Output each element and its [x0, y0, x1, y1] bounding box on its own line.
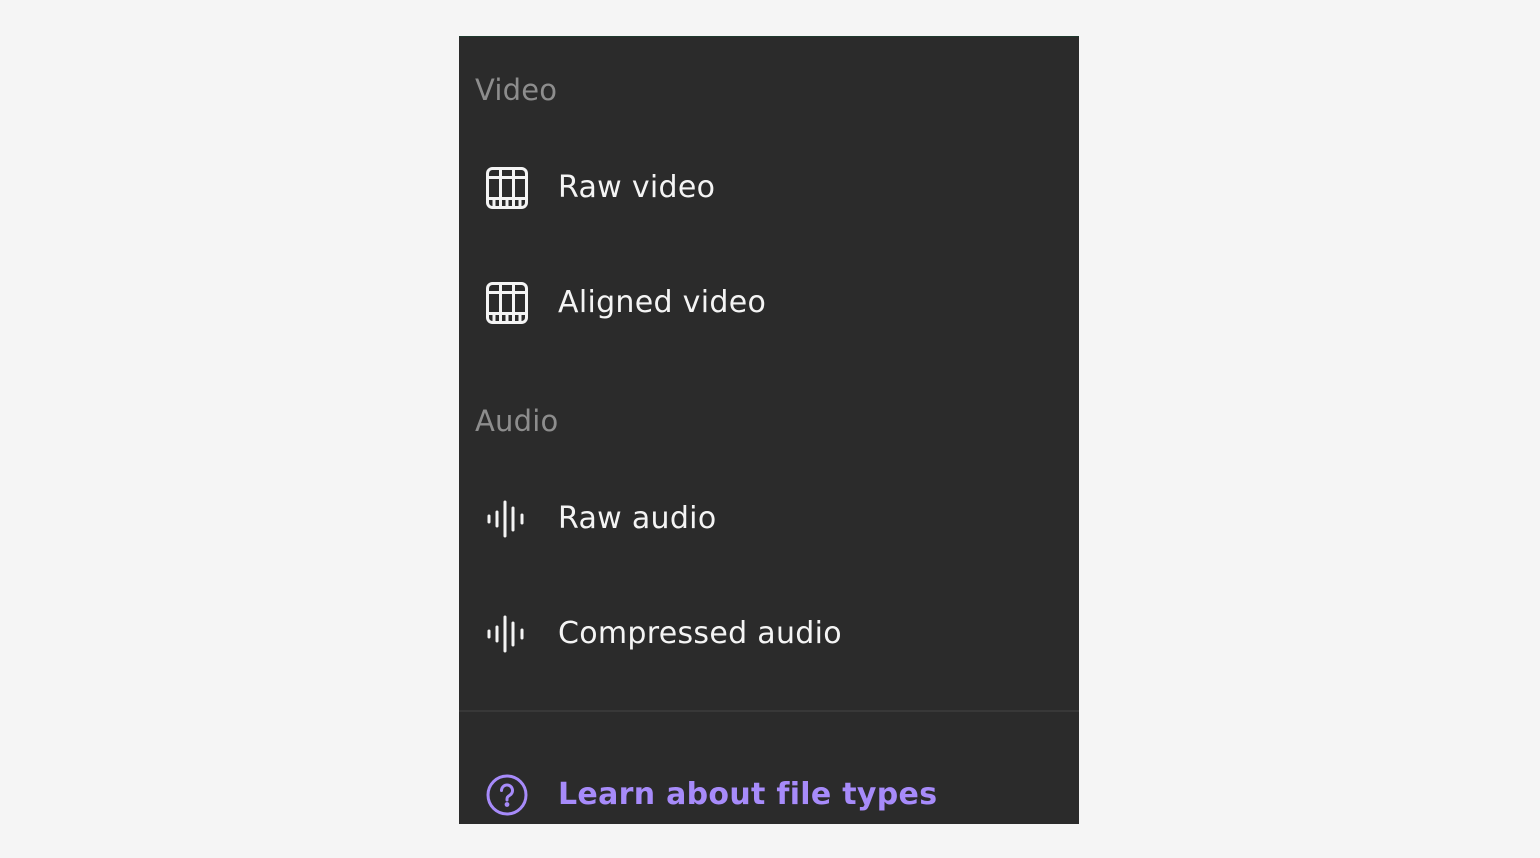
audio-waveform-icon: [485, 497, 529, 541]
menu-divider: [459, 710, 1079, 712]
film-icon: [485, 281, 529, 325]
menu-item-raw-video[interactable]: Raw video: [459, 148, 1079, 228]
audio-waveform-icon: [485, 612, 529, 656]
menu-item-compressed-audio[interactable]: Compressed audio: [459, 594, 1079, 674]
menu-item-label: Raw video: [558, 170, 716, 205]
menu-item-label: Compressed audio: [558, 616, 842, 651]
help-circle-icon: [485, 773, 529, 817]
file-type-menu: Video Raw video Aligned video Audio Raw …: [459, 36, 1079, 824]
menu-item-label: Aligned video: [558, 285, 767, 320]
menu-item-raw-audio[interactable]: Raw audio: [459, 479, 1079, 559]
learn-about-file-types-link[interactable]: Learn about file types: [459, 757, 1079, 824]
menu-item-aligned-video[interactable]: Aligned video: [459, 263, 1079, 343]
menu-item-label: Raw audio: [558, 501, 717, 536]
film-icon: [485, 166, 529, 210]
section-header-video: Video: [475, 73, 558, 107]
section-header-audio: Audio: [475, 404, 559, 438]
learn-link-label: Learn about file types: [558, 777, 938, 812]
